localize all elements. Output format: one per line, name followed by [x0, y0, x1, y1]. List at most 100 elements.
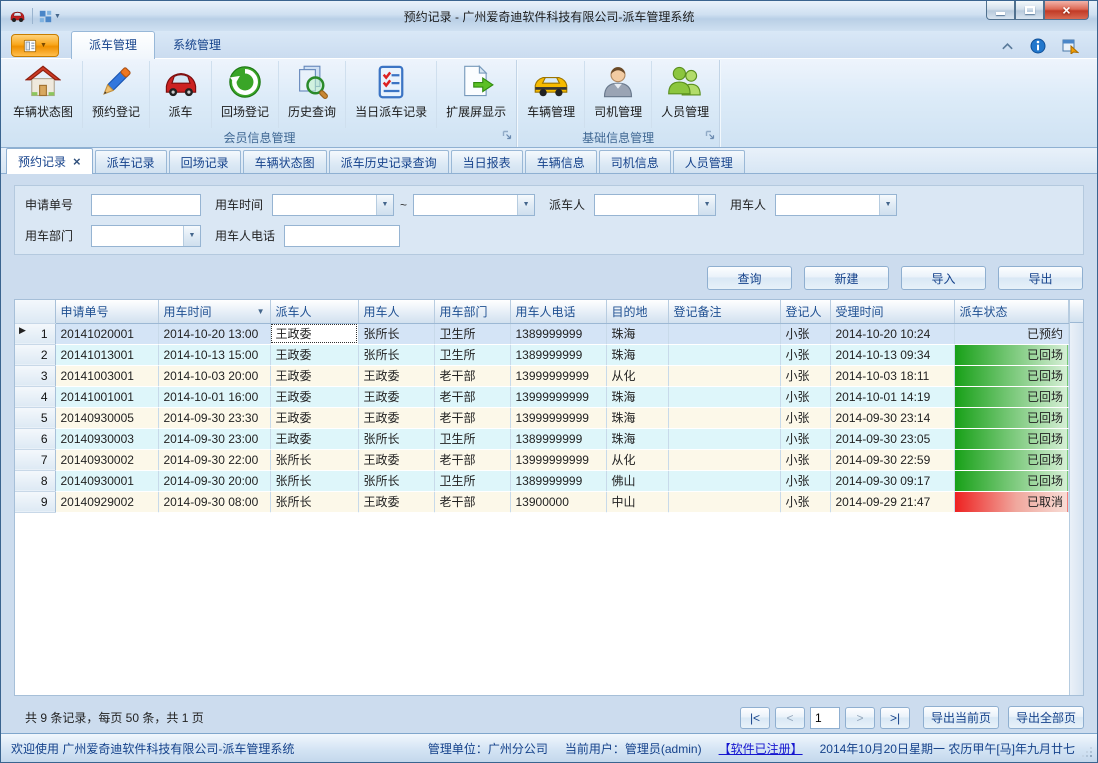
chevron-down-icon[interactable]: ▼: [183, 226, 200, 246]
cell-accept-time[interactable]: 2014-10-03 18:11: [830, 365, 954, 386]
doc-tab-return-records[interactable]: 回场记录: [169, 150, 241, 173]
export-current-page-button[interactable]: 导出当前页: [923, 706, 999, 729]
app-menu-button[interactable]: ▼: [11, 34, 59, 57]
cell-destination[interactable]: 佛山: [606, 470, 668, 491]
doc-tab-reservation-records[interactable]: 预约记录×: [6, 148, 93, 174]
cell-registrar[interactable]: 小张: [780, 449, 830, 470]
cell-register-remark[interactable]: [668, 491, 780, 512]
prev-page-button[interactable]: <: [775, 707, 805, 729]
cell-register-remark[interactable]: [668, 344, 780, 365]
vehicle-status-map-button[interactable]: 车辆状态图: [4, 61, 82, 128]
doc-tab-vehicle-info[interactable]: 车辆信息: [525, 150, 597, 173]
cell-user-phone[interactable]: 1389999999: [510, 470, 606, 491]
driver-management-button[interactable]: 司机管理: [584, 61, 651, 128]
cell-register-remark[interactable]: [668, 386, 780, 407]
doc-tab-daily-report[interactable]: 当日报表: [451, 150, 523, 173]
chevron-down-icon[interactable]: ▼: [376, 195, 393, 215]
cell-dispatcher[interactable]: 王政委: [270, 386, 358, 407]
cell-user-phone[interactable]: 1389999999: [510, 428, 606, 449]
next-page-button[interactable]: >: [845, 707, 875, 729]
sort-arrow-icon[interactable]: ▼: [257, 307, 265, 316]
info-icon[interactable]: [1030, 38, 1046, 54]
cell-destination[interactable]: 珠海: [606, 428, 668, 449]
column-header-accept-time[interactable]: 受理时间: [830, 300, 954, 323]
cell-dispatcher[interactable]: 张所长: [270, 470, 358, 491]
cell-registrar[interactable]: 小张: [780, 428, 830, 449]
cell-registrar[interactable]: 小张: [780, 491, 830, 512]
column-header-destination[interactable]: 目的地: [606, 300, 668, 323]
table-row[interactable]: 8201409300012014-09-30 20:00张所长张所长卫生所138…: [15, 470, 1069, 491]
reservation-register-button[interactable]: 预约登记: [82, 61, 149, 128]
cell-use-time[interactable]: 2014-09-30 23:00: [158, 428, 270, 449]
cell-request-no[interactable]: 20141020001: [55, 323, 158, 344]
page-input[interactable]: [810, 707, 840, 729]
column-header-register-remark[interactable]: 登记备注: [668, 300, 780, 323]
cell-accept-time[interactable]: 2014-09-30 09:17: [830, 470, 954, 491]
row-selector[interactable]: 9: [15, 491, 55, 512]
table-row[interactable]: 7201409300022014-09-30 22:00张所长王政委老干部139…: [15, 449, 1069, 470]
row-selector[interactable]: 3: [15, 365, 55, 386]
column-header-request-no[interactable]: 申请单号: [55, 300, 158, 323]
cell-dispatch-status[interactable]: 已预约: [954, 323, 1069, 344]
department-combo[interactable]: ▼: [91, 225, 201, 247]
tab-system-management[interactable]: 系统管理: [155, 31, 239, 58]
dialog-launcher-icon[interactable]: [705, 129, 715, 143]
vertical-scrollbar[interactable]: [1069, 300, 1083, 695]
cell-department[interactable]: 卫生所: [434, 323, 510, 344]
dialog-launcher-icon[interactable]: [502, 129, 512, 143]
cell-user[interactable]: 张所长: [358, 470, 434, 491]
cell-use-time[interactable]: 2014-09-30 23:30: [158, 407, 270, 428]
doc-tab-driver-info[interactable]: 司机信息: [599, 150, 671, 173]
column-header-dispatcher[interactable]: 派车人: [270, 300, 358, 323]
cell-use-time[interactable]: 2014-09-30 22:00: [158, 449, 270, 470]
doc-tab-personnel-management[interactable]: 人员管理: [673, 150, 745, 173]
collapse-ribbon-chevron-icon[interactable]: [1001, 42, 1014, 51]
cell-dispatcher[interactable]: 张所长: [270, 449, 358, 470]
doc-tab-dispatch-history-query[interactable]: 派车历史记录查询: [329, 150, 449, 173]
user-combo[interactable]: ▼: [775, 194, 897, 216]
row-selector[interactable]: 5: [15, 407, 55, 428]
history-query-button[interactable]: 历史查询: [278, 61, 345, 128]
cell-request-no[interactable]: 20140930003: [55, 428, 158, 449]
extended-screen-button[interactable]: 扩展屏显示: [436, 61, 515, 128]
use-time-from-combo[interactable]: ▼: [272, 194, 394, 216]
cell-register-remark[interactable]: [668, 470, 780, 491]
today-dispatch-records-button[interactable]: 当日派车记录: [345, 61, 436, 128]
cell-request-no[interactable]: 20140930001: [55, 470, 158, 491]
cell-destination[interactable]: 珠海: [606, 386, 668, 407]
quick-access-toolbar-button[interactable]: ▼: [39, 10, 61, 23]
row-selector[interactable]: 6: [15, 428, 55, 449]
cell-request-no[interactable]: 20141001001: [55, 386, 158, 407]
row-selector[interactable]: 2: [15, 344, 55, 365]
column-header-use-time[interactable]: 用车时间▼: [158, 300, 270, 323]
row-selector[interactable]: 7: [15, 449, 55, 470]
cell-registrar[interactable]: 小张: [780, 386, 830, 407]
cell-destination[interactable]: 珠海: [606, 344, 668, 365]
cell-user[interactable]: 王政委: [358, 407, 434, 428]
close-tab-icon[interactable]: ×: [73, 155, 81, 168]
chevron-down-icon[interactable]: ▼: [879, 195, 896, 215]
cell-accept-time[interactable]: 2014-09-30 22:59: [830, 449, 954, 470]
cell-user[interactable]: 张所长: [358, 323, 434, 344]
cell-accept-time[interactable]: 2014-09-30 23:14: [830, 407, 954, 428]
cell-user[interactable]: 王政委: [358, 449, 434, 470]
cell-user[interactable]: 王政委: [358, 365, 434, 386]
column-header-registrar[interactable]: 登记人: [780, 300, 830, 323]
cell-destination[interactable]: 从化: [606, 449, 668, 470]
chevron-down-icon[interactable]: ▼: [698, 195, 715, 215]
cell-registrar[interactable]: 小张: [780, 470, 830, 491]
cell-dispatch-status[interactable]: 已回场: [954, 365, 1069, 386]
cell-dispatcher[interactable]: 王政委: [270, 344, 358, 365]
cell-user-phone[interactable]: 13999999999: [510, 386, 606, 407]
cell-dispatch-status[interactable]: 已回场: [954, 407, 1069, 428]
cell-accept-time[interactable]: 2014-09-30 23:05: [830, 428, 954, 449]
last-page-button[interactable]: >|: [880, 707, 910, 729]
cell-user[interactable]: 张所长: [358, 344, 434, 365]
cell-user-phone[interactable]: 1389999999: [510, 344, 606, 365]
cell-dispatcher[interactable]: 王政委: [270, 323, 358, 344]
request-no-input[interactable]: [91, 194, 201, 216]
cell-registrar[interactable]: 小张: [780, 344, 830, 365]
cell-register-remark[interactable]: [668, 365, 780, 386]
cell-dispatch-status[interactable]: 已回场: [954, 386, 1069, 407]
cell-accept-time[interactable]: 2014-10-13 09:34: [830, 344, 954, 365]
